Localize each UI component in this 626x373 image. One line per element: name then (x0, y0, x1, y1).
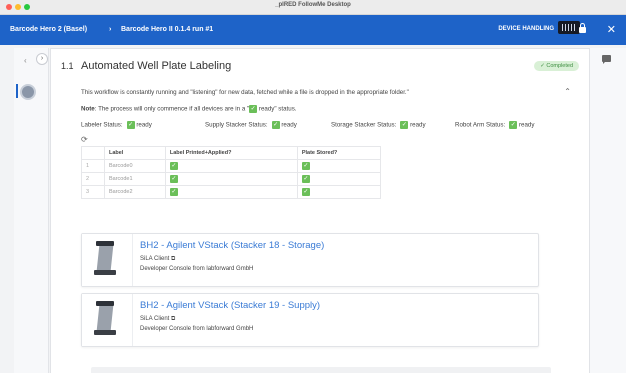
right-sidebar (590, 48, 626, 373)
note-body-end: ready" status. (257, 105, 297, 113)
stacker-device-image (82, 294, 133, 346)
window-title: _pIRED FollowMe Desktop (275, 2, 351, 8)
row-index: 3 (81, 185, 105, 199)
supply-stacker-status: Supply Stacker Status: ✓ ready (205, 121, 297, 129)
chevron-up-icon[interactable]: ⌃ (564, 87, 571, 96)
check-icon: ✓ (169, 188, 178, 196)
breadcrumb-separator: › (109, 26, 112, 33)
left-rail: ‹ › (14, 48, 49, 373)
status-label: Storage Stacker Status: (331, 121, 397, 129)
device-vendor: Developer Console from labforward GmbH (140, 326, 254, 332)
stacker-device-image (82, 234, 133, 286)
row-label: Barcode1 (104, 172, 166, 186)
printed-cell: ✓ (164, 159, 298, 173)
table-header-row: Label Label Printed+Applied? Plate Store… (81, 146, 382, 160)
row-label: Barcode2 (104, 185, 166, 199)
note-body: : The process will only commence if all … (94, 105, 250, 113)
status-label: Labeler Status: (81, 121, 123, 129)
active-indicator (16, 84, 18, 98)
lock-icon[interactable] (579, 23, 586, 33)
device-title[interactable]: BH2 - Agilent VStack (Stacker 19 - Suppl… (140, 300, 320, 311)
status-value: ready (281, 121, 297, 129)
robot-arm-status: Robot Arm Status: ✓ ready (455, 121, 534, 129)
device-client: SiLA Client ⧉ (140, 316, 175, 323)
table-header: Label (104, 146, 166, 160)
status-value: ready (136, 121, 152, 129)
check-icon: ✓ (126, 121, 135, 129)
table-header (81, 146, 105, 160)
labels-table: Label Label Printed+Applied? Plate Store… (81, 146, 382, 199)
main-panel: 1.1 Automated Well Plate Labeling ✓ Comp… (50, 48, 590, 373)
client-label: SiLA Client (140, 316, 170, 322)
table-row: 1 Barcode0 ✓ ✓ (81, 159, 382, 173)
device-handling-icon[interactable] (558, 21, 580, 34)
check-icon: ✓ (400, 121, 409, 129)
bottom-panel (91, 367, 551, 373)
device-title[interactable]: BH2 - Agilent VStack (Stacker 18 - Stora… (140, 240, 324, 251)
stored-cell: ✓ (296, 172, 382, 186)
device-card-storage[interactable]: BH2 - Agilent VStack (Stacker 18 - Stora… (81, 233, 539, 287)
breadcrumb-current: Barcode Hero II 0.1.4 run #1 (121, 26, 214, 33)
app-header: Barcode Hero 2 (Basel) › Barcode Hero II… (0, 15, 626, 45)
device-client: SiLA Client ⧉ (140, 256, 175, 263)
row-index: 1 (81, 159, 105, 173)
breadcrumb-root[interactable]: Barcode Hero 2 (Basel) (10, 26, 87, 33)
window-titlebar: _pIRED FollowMe Desktop (0, 0, 626, 15)
status-value: ready (410, 121, 426, 129)
row-index: 2 (81, 172, 105, 186)
app-window: _pIRED FollowMe Desktop Barcode Hero 2 (… (0, 0, 626, 373)
table-header: Label Printed+Applied? (164, 146, 298, 160)
table-row: 3 Barcode2 ✓ ✓ (81, 185, 382, 199)
table-header: Plate Stored? (296, 146, 382, 160)
section-title: Automated Well Plate Labeling (81, 60, 232, 72)
copy-icon[interactable]: ⧉ (171, 316, 175, 322)
check-icon: ✓ (509, 121, 518, 129)
printed-cell: ✓ (164, 185, 298, 199)
row-label: Barcode0 (104, 159, 166, 173)
check-icon: ✓ (249, 105, 258, 113)
storage-stacker-status: Storage Stacker Status: ✓ ready (331, 121, 426, 129)
forward-arrow-icon[interactable]: › (36, 53, 48, 65)
table-row: 2 Barcode1 ✓ ✓ (81, 172, 382, 186)
refresh-icon[interactable]: ⟳ (81, 135, 88, 144)
copy-icon[interactable]: ⧉ (171, 256, 175, 262)
note-label: Note (81, 105, 95, 113)
step-status-icon[interactable] (20, 84, 36, 100)
stored-cell: ✓ (296, 159, 382, 173)
device-vendor: Developer Console from labforward GmbH (140, 266, 254, 272)
workflow-description: This workflow is constantly running and … (81, 89, 409, 96)
device-card-supply[interactable]: BH2 - Agilent VStack (Stacker 19 - Suppl… (81, 293, 539, 347)
status-badge: ✓ Completed (534, 61, 579, 71)
note-text: Note: The process will only commence if … (81, 105, 297, 113)
check-icon: ✓ (169, 175, 178, 183)
client-label: SiLA Client (140, 256, 170, 262)
stored-cell: ✓ (296, 185, 382, 199)
check-icon: ✓ (169, 162, 178, 170)
printed-cell: ✓ (164, 172, 298, 186)
comment-icon[interactable] (602, 55, 611, 64)
back-arrow-icon[interactable]: ‹ (24, 56, 27, 65)
check-icon: ✓ (301, 162, 310, 170)
check-icon: ✓ (301, 175, 310, 183)
device-handling-label[interactable]: DEVICE HANDLING (498, 26, 554, 32)
status-label: Supply Stacker Status: (205, 121, 268, 129)
close-icon[interactable]: ✕ (607, 23, 616, 36)
labeler-status: Labeler Status: ✓ ready (81, 121, 152, 129)
section-number: 1.1 (61, 61, 74, 71)
status-label: Robot Arm Status: (455, 121, 506, 129)
check-icon: ✓ (271, 121, 280, 129)
status-value: ready (518, 121, 535, 129)
check-icon: ✓ (301, 188, 310, 196)
